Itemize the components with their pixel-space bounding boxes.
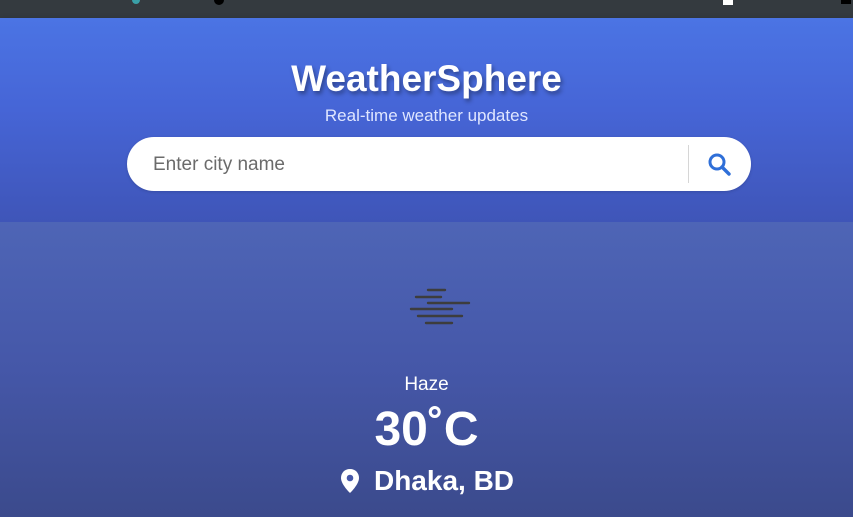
location-pin-icon xyxy=(340,469,359,493)
search-divider xyxy=(688,145,689,183)
tab-icon xyxy=(132,0,140,4)
tab-icon xyxy=(214,0,224,5)
browser-top-strip xyxy=(0,0,853,18)
search-button[interactable] xyxy=(697,144,741,184)
tab-icon xyxy=(841,0,851,4)
search-icon xyxy=(708,153,731,176)
app-header: WeatherSphere Real-time weather updates xyxy=(0,18,853,222)
weather-panel: Haze 30˚C Dhaka, BD xyxy=(0,222,853,517)
location: Dhaka, BD xyxy=(0,465,853,497)
weather-condition: Haze xyxy=(404,374,449,395)
temperature: 30˚C xyxy=(374,403,479,456)
tab-icon xyxy=(723,0,733,5)
location-name: Dhaka, BD xyxy=(373,465,515,496)
app-subtitle: Real-time weather updates xyxy=(324,106,529,125)
search-bar xyxy=(127,137,751,191)
haze-icon xyxy=(409,288,471,325)
app-title: WeatherSphere xyxy=(291,58,562,99)
city-search-input[interactable] xyxy=(151,147,685,183)
